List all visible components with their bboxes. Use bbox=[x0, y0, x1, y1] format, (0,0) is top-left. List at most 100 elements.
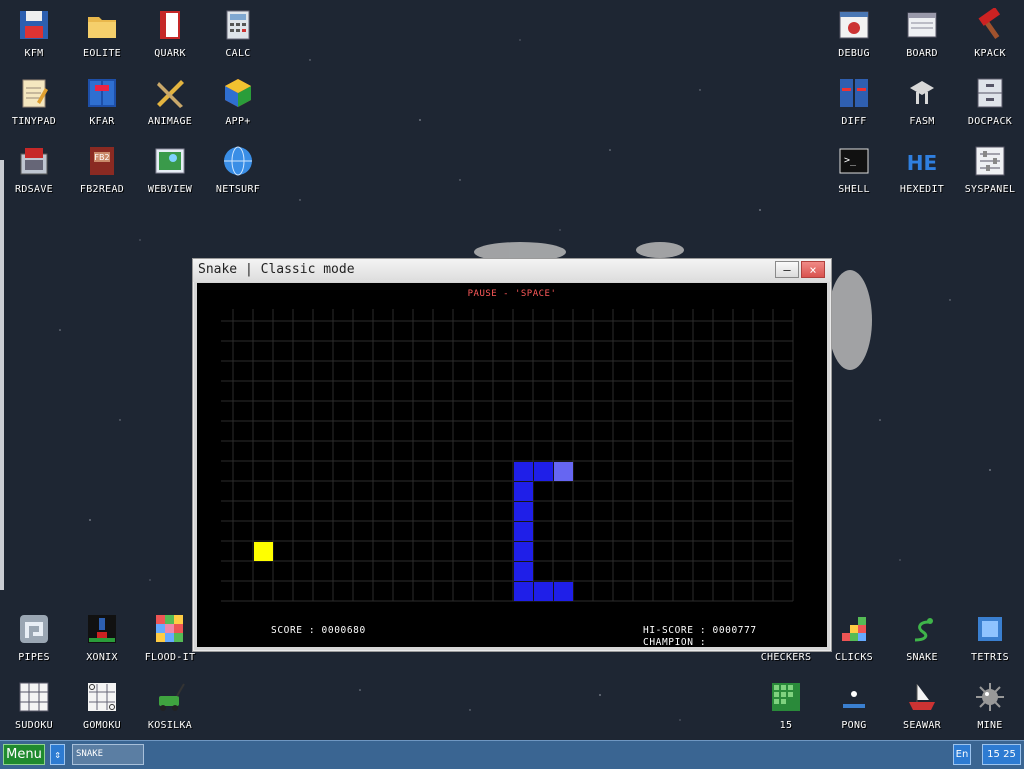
sudoku-icon bbox=[19, 682, 49, 712]
desktop-icon-label: BOARD bbox=[906, 48, 938, 59]
desktop-icon-diff[interactable]: DIFF bbox=[820, 68, 888, 136]
snake-icon bbox=[914, 618, 933, 642]
desktop-icon-seawar[interactable]: SEAWAR bbox=[888, 672, 956, 740]
desktop-icon-webview[interactable]: WEBVIEW bbox=[136, 136, 204, 204]
desktop-icon-tetris[interactable]: TETRIS bbox=[956, 604, 1024, 672]
desktop-icon-label: PONG bbox=[841, 720, 867, 731]
window-switch-button[interactable]: ⇕ bbox=[50, 744, 65, 765]
desktop-icon-kfar[interactable]: KFAR bbox=[68, 68, 136, 136]
desktop-icon-label: HEXEDIT bbox=[899, 184, 945, 195]
desktop-icon-label: CLICKS bbox=[835, 652, 873, 663]
desktop-icon-debug[interactable]: DEBUG bbox=[820, 0, 888, 68]
desktop-icon-label: SYSPANEL bbox=[964, 184, 1016, 195]
desktop-icon-kpack[interactable]: KPACK bbox=[956, 0, 1024, 68]
desktop-icon-fb2read[interactable]: FB2 FB2READ bbox=[68, 136, 136, 204]
window-title: Snake | Classic mode bbox=[198, 262, 355, 277]
fasm-icon bbox=[910, 81, 934, 104]
window-titlebar[interactable]: Snake | Classic mode – × bbox=[193, 259, 831, 282]
left-panel-edge bbox=[0, 160, 4, 590]
folder-icon bbox=[88, 17, 116, 38]
desktop-icon-fasm[interactable]: FASM bbox=[888, 68, 956, 136]
desktop-icon-app-[interactable]: APP+ bbox=[204, 68, 272, 136]
desktop-icon-kfm[interactable]: KFM bbox=[0, 0, 68, 68]
lawnmower-icon bbox=[159, 683, 185, 711]
desktop-icon-rdsave[interactable]: RDSAVE bbox=[0, 136, 68, 204]
desktop-icon-pong[interactable]: PONG bbox=[820, 672, 888, 740]
snake-segment bbox=[514, 522, 533, 541]
desktop-icon-label: PIPES bbox=[18, 652, 50, 663]
taskbar: Menu ⇕ SNAKE En 15 25 bbox=[0, 740, 1024, 769]
file-manager-icon bbox=[88, 79, 116, 107]
ramdisk-save-icon bbox=[20, 148, 48, 175]
menu-button[interactable]: Menu bbox=[3, 744, 45, 765]
pencil-ruler-icon bbox=[157, 80, 184, 108]
game-board[interactable] bbox=[197, 283, 827, 647]
desktop-icon-gomoku[interactable]: GOMOKU bbox=[68, 672, 136, 740]
desktop-icon-quark[interactable]: QUARK bbox=[136, 0, 204, 68]
snake-segment bbox=[514, 562, 533, 581]
score-label: SCORE : 0000680 bbox=[271, 625, 366, 636]
desktop-icon-syspanel[interactable]: SYSPANEL bbox=[956, 136, 1024, 204]
snake-segment bbox=[514, 502, 533, 521]
language-indicator[interactable]: En bbox=[953, 744, 971, 765]
taskbar-item-snake[interactable]: SNAKE bbox=[72, 744, 144, 765]
hammer-icon bbox=[978, 8, 1001, 39]
mine-icon bbox=[976, 683, 1004, 711]
game-area[interactable]: PAUSE - 'SPACE' SCORE : 0000680 HI-SCORE… bbox=[197, 283, 827, 648]
desktop-icon-label: RDSAVE bbox=[15, 184, 53, 195]
desktop-icon-15[interactable]: 15 bbox=[752, 672, 820, 740]
pipes-icon bbox=[20, 615, 48, 643]
color-grid-icon bbox=[156, 615, 183, 642]
tetris-icon bbox=[978, 617, 1002, 641]
hiscore-label: HI-SCORE : 0000777 bbox=[643, 625, 757, 636]
desktop-icon-calc[interactable]: CALC bbox=[204, 0, 272, 68]
clock[interactable]: 15 25 bbox=[982, 744, 1021, 765]
desktop-icon-label: SUDOKU bbox=[15, 720, 53, 731]
desktop-icon-label: SHELL bbox=[838, 184, 870, 195]
tictactoe-icon bbox=[88, 683, 116, 711]
desktop-icon-board[interactable]: BOARD bbox=[888, 0, 956, 68]
desktop-icon-tinypad[interactable]: TINYPAD bbox=[0, 68, 68, 136]
snake-segment bbox=[514, 462, 533, 481]
desktop-icon-label: FB2READ bbox=[79, 184, 125, 195]
desktop-icon-sudoku[interactable]: SUDOKU bbox=[0, 672, 68, 740]
web-image-icon bbox=[155, 148, 185, 174]
diff-icon bbox=[840, 79, 868, 107]
drawer-icon bbox=[977, 78, 1003, 108]
globe-icon bbox=[224, 146, 252, 176]
desktop-icon-label: KPACK bbox=[974, 48, 1006, 59]
fifteen-puzzle-icon bbox=[772, 683, 800, 711]
desktop-icon-label: EOLITE bbox=[83, 48, 121, 59]
calculator-icon bbox=[226, 10, 250, 40]
desktop-icon-docpack[interactable]: DOCPACK bbox=[956, 68, 1024, 136]
desktop-icon-hexedit[interactable]: HE HEXEDIT bbox=[888, 136, 956, 204]
desktop-icon-label: ANIMAGE bbox=[147, 116, 193, 127]
desktop-icon-shell[interactable]: >_ SHELL bbox=[820, 136, 888, 204]
svg-text:>_: >_ bbox=[844, 155, 857, 166]
desktop-icon-label: TINYPAD bbox=[11, 116, 57, 127]
desktop-icon-label: WEBVIEW bbox=[147, 184, 193, 195]
close-button[interactable]: × bbox=[801, 261, 825, 278]
desktop-icon-mine[interactable]: MINE bbox=[956, 672, 1024, 740]
floppy-disk-icon bbox=[20, 11, 48, 39]
desktop-icon-label: TETRIS bbox=[971, 652, 1009, 663]
desktop-icon-label: NETSURF bbox=[215, 184, 261, 195]
desktop-icon-label: KFM bbox=[24, 48, 44, 59]
desktop-icon-kosilka[interactable]: KOSILKA bbox=[136, 672, 204, 740]
notepad-icon bbox=[22, 79, 48, 108]
minimize-button[interactable]: – bbox=[775, 261, 799, 278]
snake-window[interactable]: Snake | Classic mode – × PAUSE - 'SPACE'… bbox=[192, 258, 832, 652]
desktop-icon-label: 15 bbox=[779, 720, 793, 731]
svg-text:FB2: FB2 bbox=[94, 153, 109, 162]
desktop-icon-snake[interactable]: SNAKE bbox=[888, 604, 956, 672]
desktop-icon-eolite[interactable]: EOLITE bbox=[68, 0, 136, 68]
desktop-icon-label: CALC bbox=[225, 48, 251, 59]
desktop-icon-label: GOMOKU bbox=[83, 720, 121, 731]
terminal-icon: >_ bbox=[839, 148, 869, 174]
desktop-icon-pipes[interactable]: PIPES bbox=[0, 604, 68, 672]
desktop-icon-netsurf[interactable]: NETSURF bbox=[204, 136, 272, 204]
desktop-icon-animage[interactable]: ANIMAGE bbox=[136, 68, 204, 136]
desktop-icon-label: CHECKERS bbox=[760, 652, 812, 663]
desktop-icon-xonix[interactable]: XONIX bbox=[68, 604, 136, 672]
ship-icon bbox=[909, 684, 935, 710]
